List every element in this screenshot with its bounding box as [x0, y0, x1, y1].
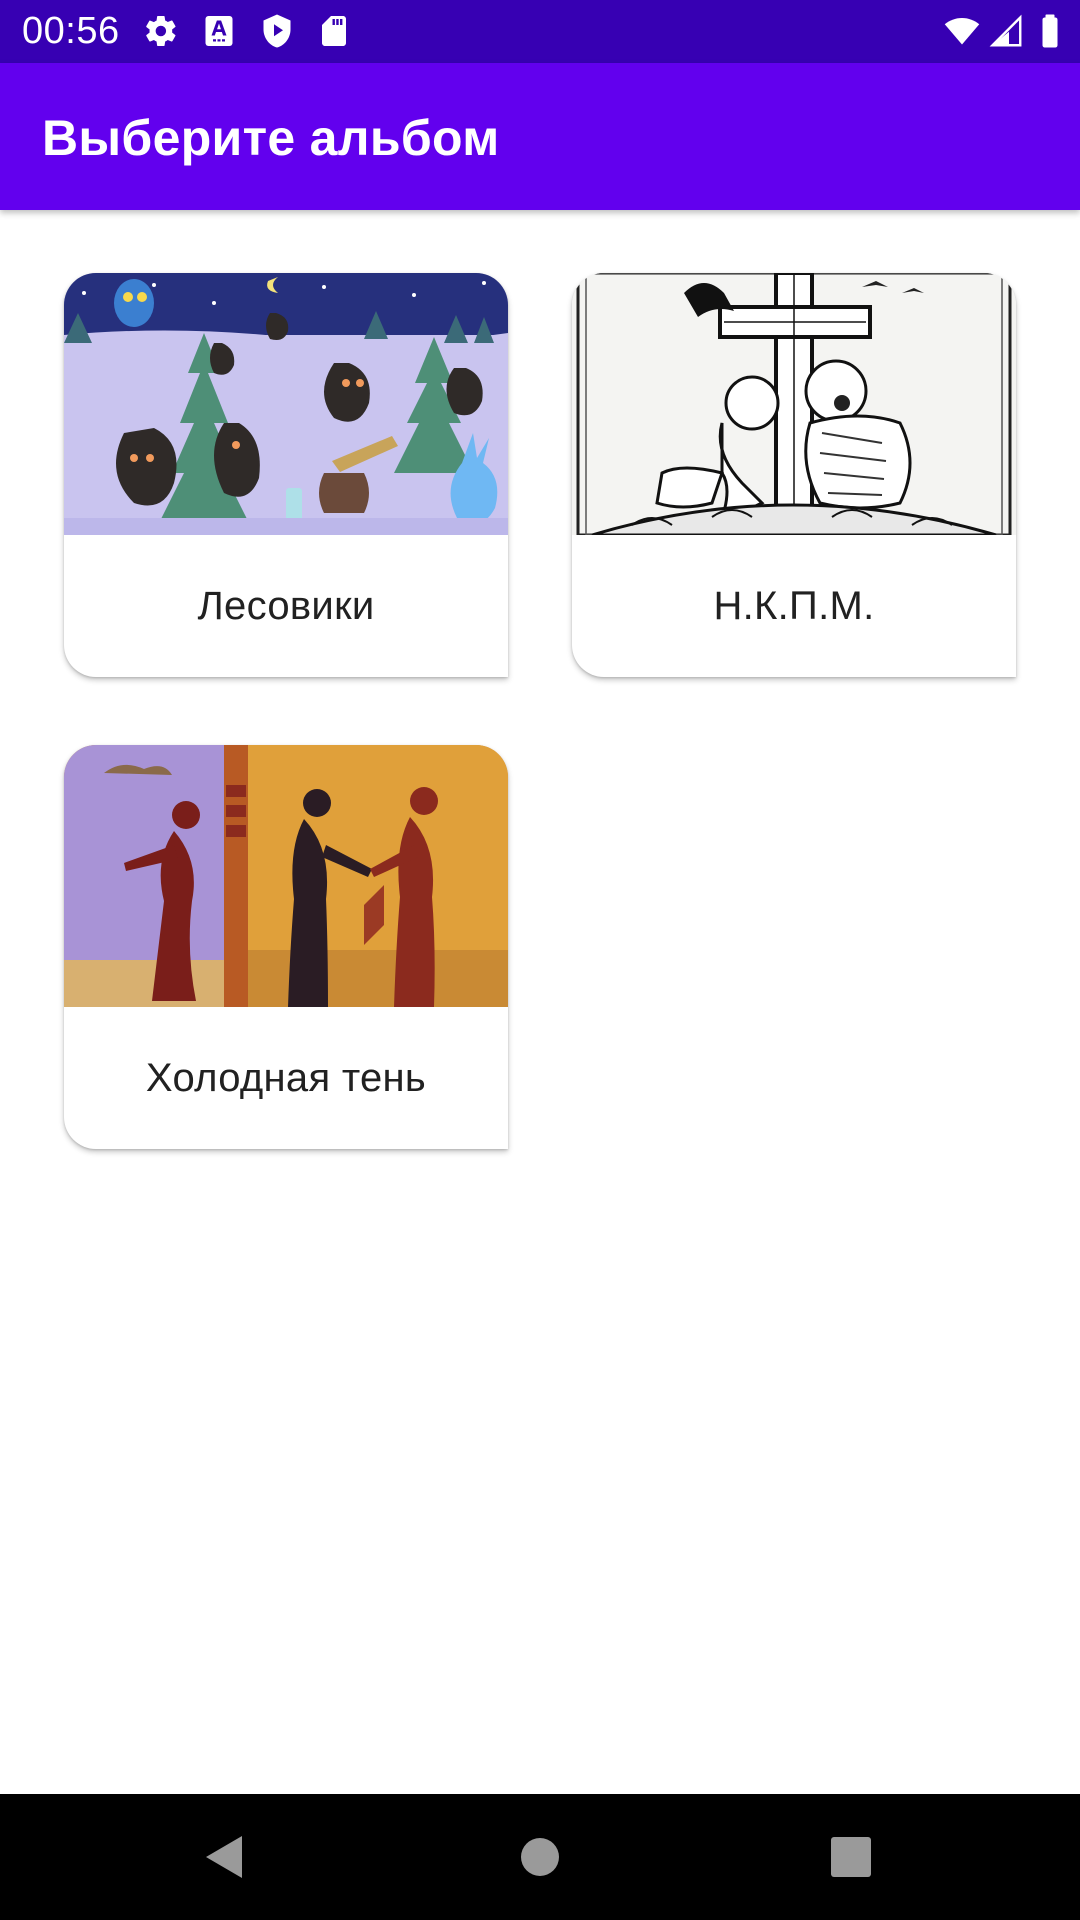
album-title: Лесовики: [197, 583, 375, 628]
home-icon[interactable]: [505, 1822, 575, 1892]
back-icon[interactable]: [190, 1822, 260, 1892]
battery-icon: [1032, 13, 1068, 49]
album-cover-image: [572, 273, 1016, 535]
album-cover-image: [64, 273, 508, 535]
album-card-kholodnaya-ten[interactable]: Холодная тень: [64, 745, 508, 1149]
wifi-icon: [944, 13, 980, 49]
status-bar: 00:56: [0, 0, 1080, 63]
app-bar: Выберите альбом: [0, 63, 1080, 210]
cellular-signal-icon: [988, 13, 1024, 49]
page-title: Выберите альбом: [42, 110, 500, 166]
sd-card-icon: [316, 13, 352, 49]
screen: 00:56 Выберите альбом Лесовики Н.К.П.М. …: [0, 0, 1080, 1920]
album-title: Н.К.П.М.: [713, 583, 875, 628]
album-card-nkpm[interactable]: Н.К.П.М.: [572, 273, 1016, 677]
shield-play-icon: [259, 13, 295, 49]
album-title: Холодная тень: [145, 1055, 427, 1100]
gear-icon: [143, 13, 179, 49]
album-cover-image: [64, 745, 508, 1007]
status-time: 00:56: [22, 10, 120, 52]
navigation-bar: [0, 1794, 1080, 1920]
album-card-lesoviki[interactable]: Лесовики: [64, 273, 508, 677]
recents-icon[interactable]: [816, 1822, 886, 1892]
font-a-icon: [201, 13, 237, 49]
